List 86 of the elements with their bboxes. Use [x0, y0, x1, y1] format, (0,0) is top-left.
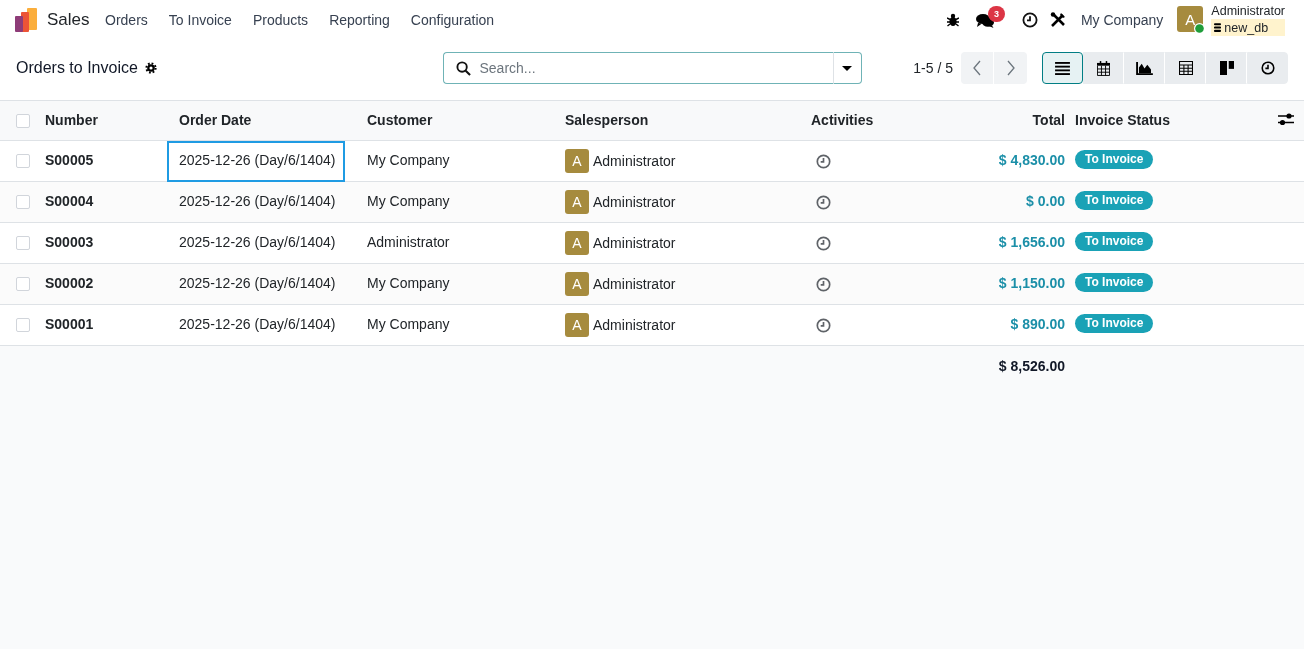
list-icon: [1055, 61, 1070, 75]
customer-name: My Company: [367, 274, 450, 291]
row-checkbox[interactable]: [16, 318, 30, 332]
customer-name: Administrator: [367, 233, 450, 250]
search-field[interactable]: Search...: [442, 52, 833, 84]
salesperson-avatar: A: [565, 149, 589, 173]
database-icon: [1214, 23, 1222, 32]
salesperson-avatar: A: [565, 190, 589, 214]
chevron-right-icon: [1006, 60, 1015, 76]
order-date: 2025-12-26 (Day/6/1404): [179, 233, 336, 250]
pager-counter[interactable]: 1-5 / 5: [913, 60, 953, 76]
order-number: S00005: [45, 151, 94, 168]
order-date: 2025-12-26 (Day/6/1404): [179, 192, 336, 209]
settings-icon[interactable]: [144, 62, 157, 74]
order-date: 2025-12-26 (Day/6/1404): [179, 274, 336, 291]
view-switch-button[interactable]: [1042, 52, 1083, 84]
table-icon: [1178, 61, 1193, 75]
salesperson-name: Administrator: [593, 276, 676, 292]
clock-icon[interactable]: [1021, 12, 1038, 28]
invoice-status-tag: To Invoice: [1075, 314, 1154, 333]
column-header[interactable]: Invoice Status: [1075, 111, 1170, 128]
tools-icon[interactable]: [1049, 12, 1066, 28]
order-total: $ 1,656.00: [998, 233, 1065, 250]
order-number: S00002: [45, 274, 94, 291]
clock-icon[interactable]: [816, 235, 831, 251]
order-total: $ 0.00: [1026, 192, 1065, 209]
clock-icon[interactable]: [816, 153, 831, 169]
menu-item[interactable]: To Invoice: [158, 12, 243, 28]
salesperson-name: Administrator: [593, 317, 676, 333]
order-total: $ 1,150.00: [998, 274, 1065, 291]
app-logo-icon[interactable]: [15, 8, 37, 32]
customer-name: My Company: [367, 151, 450, 168]
menu-item[interactable]: Orders: [94, 12, 159, 28]
previous-page-button[interactable]: [961, 52, 994, 84]
user-name[interactable]: Administrator: [1211, 4, 1285, 19]
company-switcher[interactable]: My Company: [1080, 12, 1164, 28]
column-header[interactable]: Order Date: [179, 111, 252, 128]
search-input[interactable]: Search...: [479, 58, 820, 78]
bug-icon[interactable]: [946, 13, 959, 27]
column-header[interactable]: Number: [45, 111, 98, 128]
invoice-status-tag: To Invoice: [1075, 150, 1154, 169]
salesperson-avatar: A: [565, 272, 589, 296]
row-checkbox[interactable]: [16, 195, 30, 209]
message-count: 3: [987, 5, 1005, 22]
salesperson-name: Administrator: [593, 194, 676, 210]
menu-item[interactable]: Products: [242, 12, 319, 28]
salesperson-name: Administrator: [593, 153, 676, 169]
customer-name: My Company: [367, 192, 450, 209]
order-number: S00001: [45, 315, 94, 332]
salesperson-name: Administrator: [593, 235, 676, 251]
kanban-icon: [1219, 61, 1234, 75]
sliders-icon[interactable]: [1278, 112, 1294, 126]
order-number: S00003: [45, 233, 94, 250]
column-header[interactable]: Total: [1032, 111, 1065, 128]
app-name[interactable]: Sales: [47, 10, 90, 30]
salesperson-avatar: A: [565, 313, 589, 337]
search-options-button[interactable]: [832, 52, 862, 84]
row-checkbox[interactable]: [16, 236, 30, 250]
invoice-status-tag: To Invoice: [1075, 232, 1154, 251]
row-checkbox[interactable]: [16, 277, 30, 291]
order-number: S00004: [45, 192, 94, 209]
order-total: $ 4,830.00: [998, 151, 1065, 168]
clock-icon: [1260, 61, 1275, 75]
order-date: 2025-12-26 (Day/6/1404): [179, 315, 336, 332]
menu-item[interactable]: Configuration: [400, 12, 505, 28]
salesperson-avatar: A: [565, 231, 589, 255]
calendar-icon: [1097, 60, 1110, 76]
column-header[interactable]: Activities: [811, 111, 874, 128]
invoice-status-tag: To Invoice: [1075, 273, 1154, 292]
page-title[interactable]: Orders to Invoice: [16, 59, 138, 77]
column-header[interactable]: Salesperson: [565, 111, 649, 128]
menu-item[interactable]: Reporting: [318, 12, 401, 28]
row-checkbox[interactable]: [16, 154, 30, 168]
clock-icon[interactable]: [816, 317, 831, 333]
select-all-checkbox[interactable]: [16, 113, 30, 128]
caret-down-icon: [842, 65, 852, 71]
order-date: 2025-12-26 (Day/6/1404): [179, 151, 336, 168]
order-total: $ 890.00: [1010, 315, 1065, 332]
area-chart-icon: [1136, 61, 1153, 75]
invoice-status-tag: To Invoice: [1075, 191, 1154, 210]
database-name: new_db: [1224, 20, 1269, 35]
chevron-left-icon: [973, 60, 981, 76]
grand-total: $ 8,526.00: [998, 357, 1065, 374]
column-header[interactable]: Customer: [367, 111, 433, 128]
search-icon: [455, 60, 471, 76]
customer-name: My Company: [367, 315, 450, 332]
